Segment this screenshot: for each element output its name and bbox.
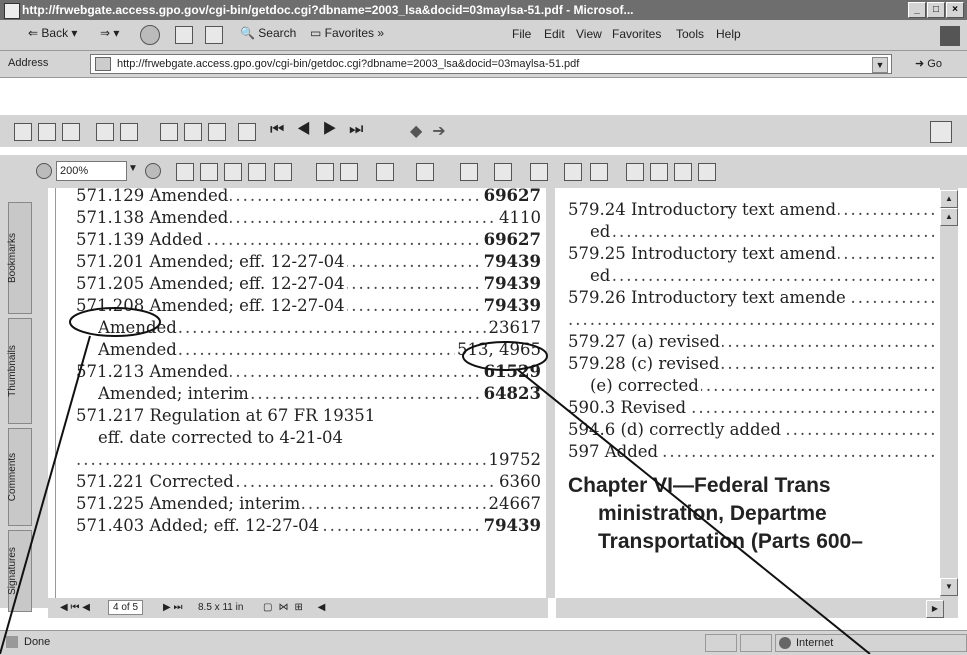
callout-ellipse-page: [462, 341, 548, 371]
callout-overlay: [0, 307, 871, 654]
callout-ellipse-section: [69, 307, 161, 337]
callout-line-left: [0, 335, 91, 654]
callout-line-right: [517, 369, 871, 654]
